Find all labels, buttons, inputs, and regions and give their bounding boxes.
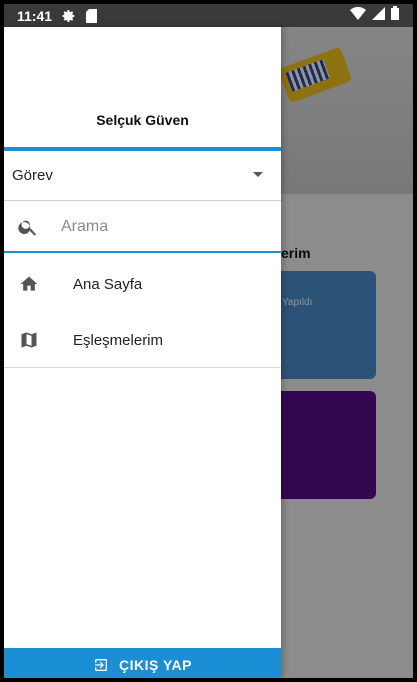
logout-icon (93, 657, 109, 673)
signal-icon (372, 6, 385, 25)
search-icon (17, 216, 39, 243)
gear-icon (62, 9, 76, 23)
menu-item-matches[interactable]: Eşleşmelerim (4, 312, 281, 368)
map-icon (19, 330, 39, 355)
drawer-header: Selçuk Güven (4, 27, 281, 151)
sim-card-icon (86, 8, 98, 23)
menu-item-home[interactable]: Ana Sayfa (4, 256, 281, 312)
menu-item-label: Eşleşmelerim (73, 331, 164, 349)
home-icon (19, 274, 39, 299)
search-bar (4, 202, 281, 253)
logout-button[interactable]: ÇIKIŞ YAP (4, 648, 281, 678)
battery-icon (391, 6, 399, 25)
user-name: Selçuk Güven (96, 112, 189, 128)
logout-label: ÇIKIŞ YAP (119, 657, 192, 673)
status-time: 11:41 (17, 7, 53, 24)
role-dropdown[interactable]: Görev (4, 151, 281, 201)
menu-divider (4, 367, 281, 368)
status-bar: 11:41 (4, 4, 413, 27)
navigation-drawer: Selçuk Güven Görev Ana Sayfa Eşleşmeleri… (4, 27, 281, 678)
search-input[interactable] (59, 212, 273, 242)
role-dropdown-value: Görev (12, 167, 53, 184)
menu-item-label: Ana Sayfa (73, 275, 143, 293)
wifi-icon (350, 6, 366, 25)
app-window: 11:41 erim Yapıldı Selçuk Güven Görev Ar… (4, 4, 413, 678)
dropdown-arrow-icon (253, 172, 263, 177)
